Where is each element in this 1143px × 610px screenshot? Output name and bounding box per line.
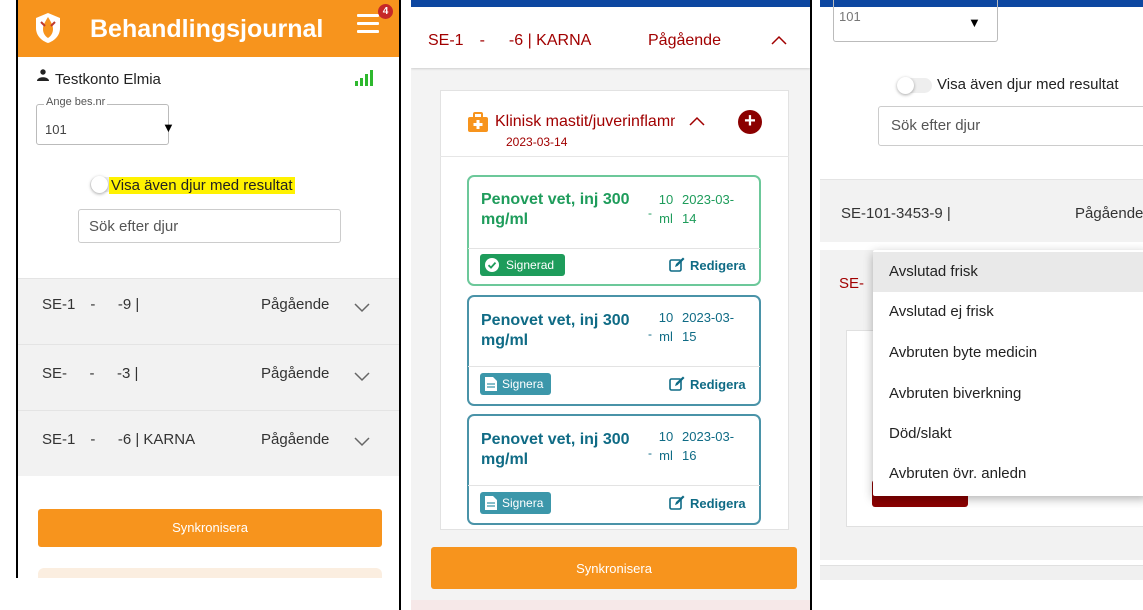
dose-separator: -	[648, 327, 652, 341]
edit-icon[interactable]	[669, 376, 685, 392]
animal-status: Pågående	[648, 32, 721, 49]
chevron-up-icon[interactable]	[689, 116, 705, 126]
dropdown-arrow-icon: ▼	[162, 120, 175, 135]
edit-button[interactable]: Redigera	[690, 377, 746, 392]
animal-status: Pågående	[1075, 205, 1143, 222]
animal-id: SE-101-3453-9 |	[841, 205, 951, 222]
signal-strength-icon	[355, 70, 373, 86]
herd-number-value: 101	[839, 9, 861, 24]
edit-icon[interactable]	[669, 257, 685, 273]
notification-badge: 4	[378, 4, 393, 19]
menu-option[interactable]: Avbruten byte medicin	[873, 333, 1143, 373]
diagnosis-name: Klinisk mastit/juverinflammation	[495, 113, 675, 130]
menu-option[interactable]: Avslutad ej frisk	[873, 292, 1143, 332]
animal-id: SE- - -3 |	[42, 365, 139, 382]
animal-id: SE-	[839, 275, 865, 292]
app-logo-icon	[36, 13, 60, 43]
medical-kit-icon	[468, 112, 488, 132]
drug-name: Penovet vet, inj 300 mg/ml	[481, 312, 630, 349]
menu-option[interactable]: Avslutad frisk	[873, 252, 1143, 292]
dropdown-arrow-icon: ▼	[968, 15, 981, 30]
diagnosis-date: 2023-03-14	[506, 135, 568, 149]
sync-button-label: Synkronisera	[172, 520, 248, 535]
menu-option[interactable]: Avbruten biverkning	[873, 374, 1143, 414]
search-placeholder: Sök efter djur	[89, 218, 179, 235]
divider	[468, 366, 760, 367]
show-results-label: Visa även djur med resultat	[937, 76, 1119, 93]
divider	[399, 0, 401, 610]
edit-icon[interactable]	[669, 495, 685, 511]
panel-treatment-list: Behandlingsjournal 4 Testkonto Elmia Ang…	[18, 0, 399, 578]
dose: 10 ml	[658, 310, 674, 344]
herd-number-label: Ange bes.nr	[44, 96, 108, 108]
chevron-down-icon[interactable]	[354, 372, 370, 382]
divider	[810, 0, 812, 610]
treatment-date: 2023-03-15	[682, 310, 735, 344]
dose: 10 ml	[658, 429, 674, 463]
dose: 10 ml	[658, 192, 674, 226]
search-placeholder: Sök efter djur	[891, 117, 981, 134]
dose-separator: -	[648, 446, 652, 460]
user-icon	[37, 69, 49, 81]
menu-option[interactable]: Död/slakt	[873, 414, 1143, 454]
animal-id: SE-1 - -6 | KARNA	[42, 431, 196, 448]
next-card-edge	[38, 568, 382, 578]
divider	[440, 156, 789, 157]
animal-id: SE-1 - -6 | KARNA	[428, 32, 592, 49]
user-name: Testkonto Elmia	[55, 71, 161, 88]
dose-separator: -	[648, 206, 652, 220]
menu-option[interactable]: Avbruten övr. anledn	[873, 454, 1143, 494]
check-circle-icon	[485, 258, 499, 272]
show-results-label: Visa även djur med resultat	[109, 177, 295, 194]
chevron-down-icon[interactable]	[354, 437, 370, 447]
panel-end-treatment-menu: 101 ▼ Visa även djur med resultat Sök ef…	[820, 0, 1143, 610]
herd-number-value: 101	[45, 122, 67, 137]
drug-name: Penovet vet, inj 300 mg/ml	[481, 431, 630, 468]
next-row-edge	[820, 565, 1143, 580]
animal-status: Pågående	[261, 365, 330, 382]
divider	[468, 485, 760, 486]
divider	[468, 248, 760, 249]
edit-button[interactable]: Redigera	[690, 496, 746, 511]
divider	[16, 0, 18, 578]
toggle-knob[interactable]	[91, 176, 108, 193]
animal-status: Pågående	[261, 296, 330, 313]
device-status-bar	[411, 0, 810, 7]
add-treatment-button[interactable]: +	[738, 110, 762, 134]
document-icon	[485, 377, 497, 391]
chevron-down-icon[interactable]	[354, 303, 370, 313]
app-title: Behandlingsjournal	[90, 15, 324, 43]
animal-id: SE-1 - -9 |	[42, 296, 140, 313]
treatment-date: 2023-03-14	[682, 192, 735, 226]
treatment-date: 2023-03-16	[682, 429, 735, 463]
toggle-knob[interactable]	[897, 77, 914, 94]
document-icon	[485, 496, 497, 510]
next-card-edge	[411, 600, 810, 610]
animal-status: Pågående	[261, 431, 330, 448]
drug-name: Penovet vet, inj 300 mg/ml	[481, 191, 630, 228]
sync-button-label: Synkronisera	[576, 561, 652, 576]
edit-button[interactable]: Redigera	[690, 258, 746, 273]
panel-treatment-detail: SE-1 - -6 | KARNA Pågående Klinisk masti…	[411, 0, 810, 610]
chevron-up-icon[interactable]	[771, 35, 787, 45]
